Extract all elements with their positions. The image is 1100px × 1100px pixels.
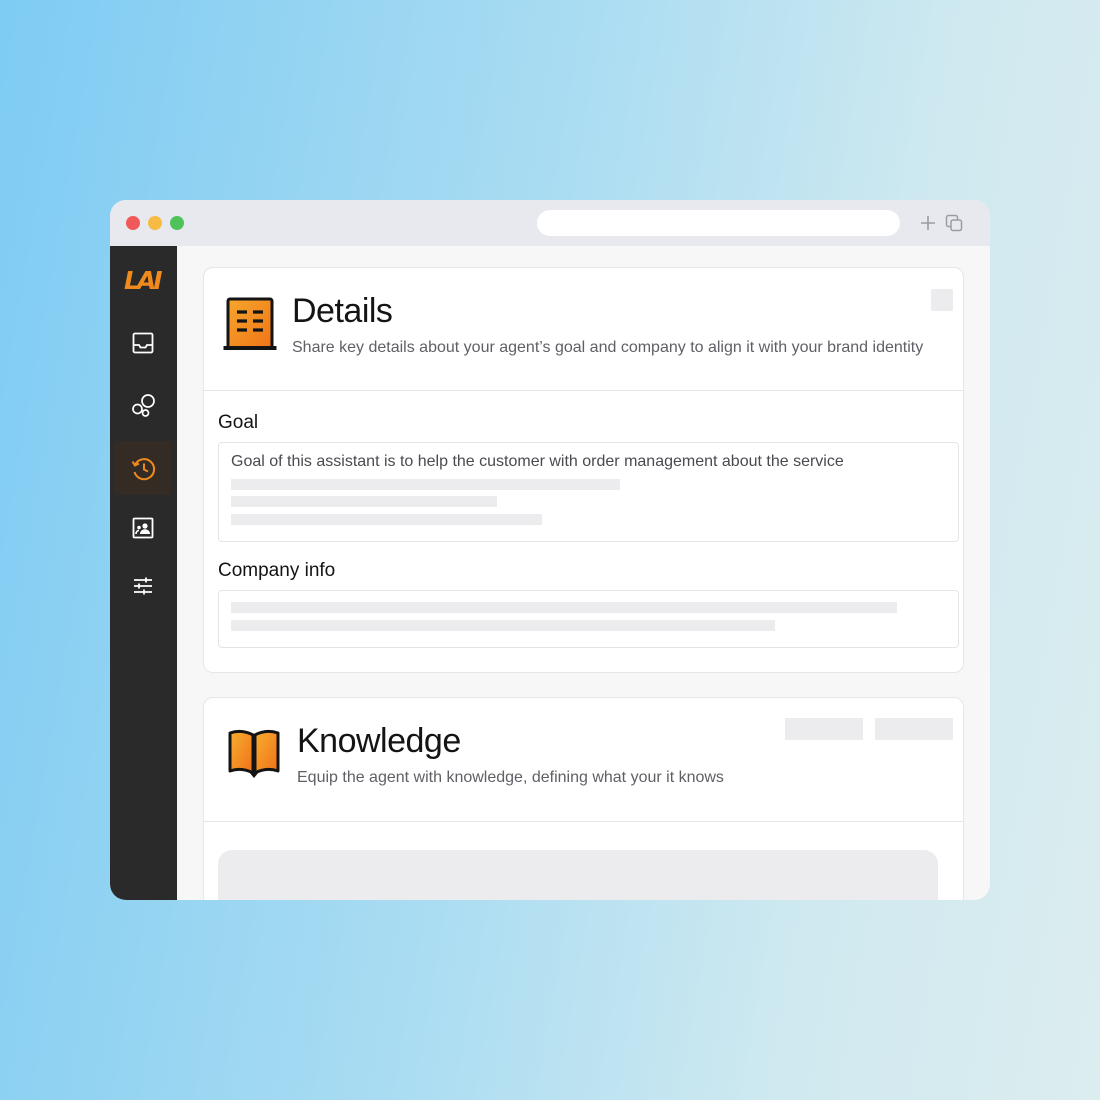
knowledge-action-button[interactable] [785, 718, 863, 740]
details-subtitle: Share key details about your agent’s goa… [292, 339, 924, 356]
details-card: Details Share key details about your age… [203, 267, 964, 673]
history-icon [131, 458, 156, 481]
company-info-label: Company info [218, 560, 336, 581]
knowledge-header: Knowledge Equip the agent with knowledge… [204, 698, 963, 822]
close-window-button[interactable] [126, 216, 140, 230]
inbox-icon [132, 332, 154, 354]
sidebar-item-inbox[interactable] [114, 316, 171, 370]
details-action-button[interactable] [931, 289, 953, 311]
app-window: LAI Details Share key details about your… [110, 200, 990, 900]
placeholder-line [231, 514, 542, 525]
zoom-window-button[interactable] [170, 216, 184, 230]
details-header: Details Share key details about your age… [204, 268, 963, 391]
sidebar-item-settings[interactable] [114, 559, 171, 613]
contacts-icon [132, 517, 154, 539]
knowledge-title: Knowledge [297, 722, 461, 760]
placeholder-line [231, 496, 497, 507]
placeholder-line [231, 479, 620, 490]
details-title: Details [292, 292, 393, 330]
title-bar [110, 200, 990, 246]
knowledge-subtitle: Equip the agent with knowledge, defining… [297, 769, 724, 786]
sidebar-item-bubbles[interactable] [114, 378, 171, 432]
knowledge-action-button[interactable] [875, 718, 953, 740]
knowledge-panel [218, 850, 938, 900]
sidebar-item-history[interactable] [114, 441, 171, 495]
placeholder-line [231, 602, 897, 613]
knowledge-card: Knowledge Equip the agent with knowledge… [203, 697, 964, 900]
goal-label: Goal [218, 412, 259, 433]
address-bar[interactable] [537, 210, 900, 236]
building-icon [222, 296, 278, 357]
bubbles-icon [132, 394, 155, 417]
app-logo[interactable]: LAI [124, 266, 164, 296]
minimize-window-button[interactable] [148, 216, 162, 230]
open-book-icon [226, 725, 282, 786]
sliders-icon [134, 577, 152, 595]
goal-text: Goal of this assistant is to help the cu… [231, 453, 844, 470]
placeholder-line [231, 620, 775, 631]
plus-icon[interactable] [918, 213, 938, 233]
sidebar: LAI [110, 246, 177, 900]
sidebar-item-contacts[interactable] [114, 501, 171, 555]
main-content: Details Share key details about your age… [177, 246, 990, 900]
goal-textarea[interactable]: Goal of this assistant is to help the cu… [218, 442, 959, 542]
copy-icon[interactable] [944, 213, 964, 233]
company-info-textarea[interactable] [218, 590, 959, 648]
